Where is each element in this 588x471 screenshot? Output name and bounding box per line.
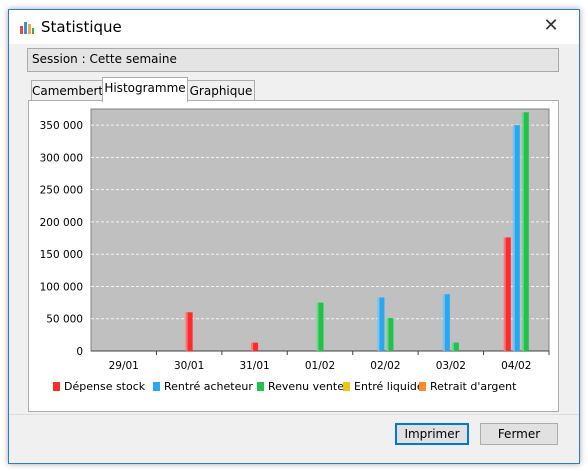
title-bar[interactable]: Statistique ✕ <box>9 10 579 44</box>
statistique-window: Statistique ✕ Session : Cette semaine Ca… <box>8 9 580 464</box>
tab-graphique[interactable]: Graphique <box>187 80 255 101</box>
bar-highlight <box>185 312 188 351</box>
x-tick-label: 03/02 <box>436 360 466 372</box>
x-axis-ticks: 29/01 30/01 31/01 01/02 02/02 03/02 04/02 <box>109 351 550 372</box>
x-tick-label: 30/01 <box>174 360 204 372</box>
x-tick-label: 31/01 <box>239 360 269 372</box>
chart-legend: Dépense stock Rentré acheteur Revenu vente… <box>53 380 517 393</box>
legend-label: Rentré acheteur <box>164 380 253 393</box>
y-tick-label: 150 000 <box>40 249 83 261</box>
window-title: Statistique <box>41 18 122 36</box>
x-tick-label: 29/01 <box>109 360 139 372</box>
session-label: Session : Cette semaine <box>32 52 177 66</box>
legend-swatch <box>53 382 60 391</box>
close-button[interactable]: Fermer <box>480 423 558 445</box>
histogram-chart: 0 50 000 100 000 150 000 200 000 250 000 300 0… <box>40 108 550 393</box>
bar-highlight <box>316 302 319 351</box>
tab-histogramme[interactable]: Histogramme <box>102 77 188 102</box>
bar-chart-icon <box>20 22 34 34</box>
bar-highlight <box>503 237 506 351</box>
y-tick-label: 350 000 <box>40 120 83 132</box>
y-tick-label: 50 000 <box>46 314 83 326</box>
y-tick-label: 200 000 <box>40 217 83 229</box>
y-tick-label: 0 <box>76 346 83 358</box>
legend-swatch <box>153 382 160 391</box>
legend-swatch <box>343 382 350 391</box>
legend-label: Dépense stock <box>64 380 146 393</box>
y-tick-label: 300 000 <box>40 152 83 164</box>
histogram-panel: 0 50 000 100 000 150 000 200 000 250 000 300 0… <box>28 100 559 412</box>
session-bar: Session : Cette semaine <box>27 48 559 72</box>
legend-swatch <box>419 382 426 391</box>
footer-separator <box>9 414 579 415</box>
x-tick-label: 02/02 <box>370 360 400 372</box>
legend-label: Entré liquide <box>354 380 424 393</box>
y-axis-ticks: 0 50 000 100 000 150 000 200 000 250 000 300 0… <box>40 120 83 358</box>
bar-highlight <box>386 318 389 351</box>
bar-highlight <box>521 112 524 351</box>
bar-highlight <box>251 342 254 351</box>
bar-highlight <box>377 297 380 351</box>
close-icon[interactable]: ✕ <box>535 12 567 40</box>
bar-highlight <box>442 294 445 351</box>
legend-swatch <box>257 382 264 391</box>
x-tick-label: 01/02 <box>305 360 335 372</box>
legend-label: Revenu vente <box>268 380 344 393</box>
y-tick-label: 250 000 <box>40 185 83 197</box>
y-tick-label: 100 000 <box>40 281 83 293</box>
print-button[interactable]: Imprimer <box>395 423 469 445</box>
bar-highlight <box>451 342 454 351</box>
tab-camembert[interactable]: Camembert <box>31 80 103 101</box>
legend-label: Retrait d'argent <box>430 380 517 393</box>
bar-highlight <box>512 125 515 351</box>
x-tick-label: 04/02 <box>501 360 531 372</box>
